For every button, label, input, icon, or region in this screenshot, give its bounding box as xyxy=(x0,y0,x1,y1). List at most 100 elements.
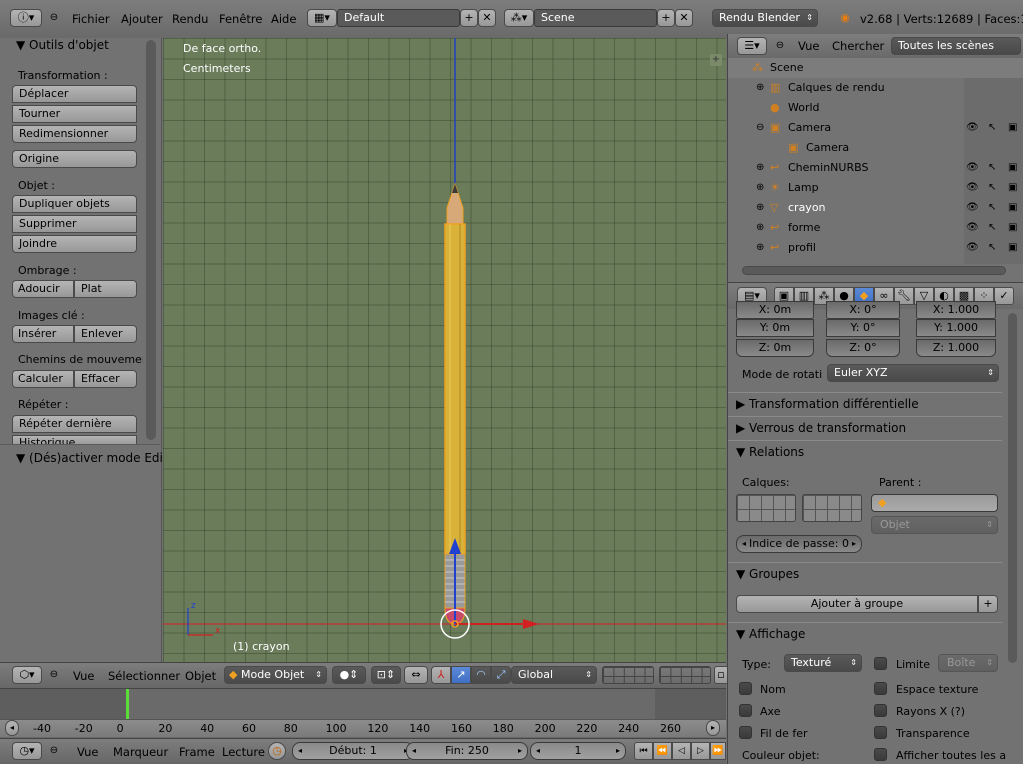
outliner-menu-chercher[interactable]: Chercher xyxy=(832,39,884,53)
name-checkbox[interactable] xyxy=(739,682,752,695)
outliner-item-label[interactable]: Camera xyxy=(788,118,831,138)
render-camera-icon[interactable]: ▣ xyxy=(1008,158,1017,178)
outliner-row[interactable]: ⊕ ↩ CheminNURBS 👁︎ ↖ ▣ xyxy=(728,158,1023,178)
object-layers-grid-1[interactable] xyxy=(736,494,796,522)
bounds-checkbox[interactable] xyxy=(874,657,887,670)
play-reverse-button[interactable]: ◁ xyxy=(672,742,691,760)
pass-index-field[interactable]: ◂ Indice de passe: 0 ▸ xyxy=(736,535,862,553)
eye-icon[interactable]: 👁︎ xyxy=(966,118,979,138)
tool-shelf-title[interactable]: ▼ Outils d'objet xyxy=(16,38,109,52)
menu-fichier[interactable]: Fichier xyxy=(72,12,110,26)
panel-display[interactable]: ▼ Affichage xyxy=(728,622,1002,644)
jump-keyframe-back-button[interactable]: ⏪ xyxy=(653,742,672,760)
display-type-dropdown[interactable]: Texturé ⇕ xyxy=(784,654,862,672)
scale-manipulator-button[interactable]: ⤢ xyxy=(491,666,511,684)
cursor-icon[interactable]: ↖ xyxy=(988,238,996,258)
rotation-y-field[interactable]: Y: 0° xyxy=(826,319,900,337)
tab-physics[interactable]: ✓ xyxy=(994,287,1014,305)
outliner-hscrollbar[interactable] xyxy=(742,266,1006,275)
object-layers-grid-2[interactable] xyxy=(802,494,862,522)
add-scene-button[interactable]: + xyxy=(657,9,675,27)
collapse-menus-icon[interactable]: ⊖ xyxy=(48,667,60,683)
outliner-item-label[interactable]: crayon xyxy=(788,198,826,218)
outliner-item-label[interactable]: Lamp xyxy=(788,178,819,198)
render-camera-icon[interactable]: ▣ xyxy=(1008,198,1017,218)
menu-marqueur[interactable]: Marqueur xyxy=(113,745,168,759)
menu-selectionner[interactable]: Sélectionner xyxy=(108,669,180,683)
timeline[interactable]: -40 -20 0 20 40 60 80 100 120 140 160 180 200 220 240 2… xyxy=(0,688,726,738)
calculate-paths-button[interactable]: Calculer xyxy=(12,370,74,388)
outliner-row[interactable]: ⊕ ↩ profil 👁︎ ↖ ▣ xyxy=(728,238,1023,258)
menu-vue[interactable]: Vue xyxy=(73,669,94,683)
panel-transform-locks[interactable]: ▶ Verrous de transformation xyxy=(728,416,1002,438)
scale-z-field[interactable]: Z: 1.000 xyxy=(916,339,996,357)
join-button[interactable]: Joindre xyxy=(12,235,137,253)
menu-lecture[interactable]: Lecture xyxy=(222,745,265,759)
outliner-item-label[interactable]: Scene xyxy=(770,58,804,78)
remove-screen-button[interactable]: ✕ xyxy=(478,9,496,27)
scene-icon-button[interactable]: ⁂▾ xyxy=(504,9,534,27)
layer-buttons-group-1[interactable] xyxy=(602,666,654,684)
editor-type-button[interactable]: ⓘ▾ xyxy=(10,9,42,27)
flat-button[interactable]: Plat xyxy=(74,280,137,298)
pivot-dropdown[interactable]: ⊡⇕ xyxy=(371,666,401,684)
mode-dropdown[interactable]: ◆ Mode Objet ⇕ xyxy=(224,666,327,684)
menu-ajouter[interactable]: Ajouter xyxy=(121,12,163,26)
menu-aide[interactable]: Aide xyxy=(271,12,296,26)
menu-frame[interactable]: Frame xyxy=(179,745,215,759)
eye-icon[interactable]: 👁︎ xyxy=(966,198,979,218)
menu-fenetre[interactable]: Fenêtre xyxy=(219,12,262,26)
outliner-row[interactable]: ⊖ ▣ Camera 👁︎ ↖ ▣ xyxy=(728,118,1023,138)
menu-objet[interactable]: Objet xyxy=(185,669,216,683)
outliner-display-mode-dropdown[interactable]: Toutes les scènes xyxy=(891,37,1021,55)
rotation-mode-dropdown[interactable]: Euler XYZ ⇕ xyxy=(827,364,999,382)
outliner-row[interactable]: ⊕ ↩ forme 👁︎ ↖ ▣ xyxy=(728,218,1023,238)
draw-all-edges-checkbox[interactable] xyxy=(874,748,887,761)
rotate-manipulator-button[interactable]: ◠ xyxy=(471,666,491,684)
jump-start-button[interactable]: ⏮ xyxy=(634,742,653,760)
collapse-menus-icon[interactable]: ⊖ xyxy=(774,38,786,54)
properties-scrollbar[interactable] xyxy=(1008,313,1017,663)
viewport-editor-type-button[interactable]: ⬡▾ xyxy=(12,666,42,684)
delete-button[interactable]: Supprimer xyxy=(12,215,137,233)
expand-toggle-icon[interactable]: ⊕ xyxy=(756,178,764,198)
collapse-menus-icon[interactable]: ⊖ xyxy=(48,10,60,26)
location-z-field[interactable]: Z: 0m xyxy=(736,339,814,357)
add-to-group-button[interactable]: Ajouter à groupe xyxy=(736,595,978,613)
render-camera-icon[interactable]: ▣ xyxy=(1008,118,1017,138)
timeline-scroll-right[interactable]: ▸ xyxy=(706,720,720,736)
location-x-field[interactable]: X: 0m xyxy=(736,301,814,319)
insert-keyframe-button[interactable]: Insérer xyxy=(12,325,74,343)
scale-button[interactable]: Redimensionner xyxy=(12,125,137,143)
timeline-scroll-left[interactable]: ◂ xyxy=(5,720,19,736)
cursor-icon[interactable]: ↖ xyxy=(988,178,996,198)
texture-space-checkbox[interactable] xyxy=(874,682,887,695)
eye-icon[interactable]: 👁︎ xyxy=(966,238,979,258)
panel-delta-transform[interactable]: ▶ Transformation différentielle xyxy=(728,392,1002,414)
eye-icon[interactable]: 👁︎ xyxy=(966,218,979,238)
scale-y-field[interactable]: Y: 1.000 xyxy=(916,319,996,337)
wire-checkbox[interactable] xyxy=(739,726,752,739)
outliner-row[interactable]: ● World xyxy=(728,98,1023,118)
outliner-item-label[interactable]: profil xyxy=(788,238,816,258)
expand-toggle-icon[interactable]: ⊕ xyxy=(756,78,764,98)
eye-icon[interactable]: 👁︎ xyxy=(966,158,979,178)
expand-toggle-icon[interactable]: ⊕ xyxy=(756,158,764,178)
play-button[interactable]: ▷ xyxy=(691,742,710,760)
rotation-x-field[interactable]: X: 0° xyxy=(826,301,900,319)
3d-viewport[interactable]: De face ortho. Centimeters (1) crayon + xyxy=(163,38,726,662)
bounds-type-dropdown[interactable]: Boîte ⇕ xyxy=(938,654,998,672)
repeat-last-button[interactable]: Répéter dernière xyxy=(12,415,137,433)
tool-shelf-scrollbar[interactable] xyxy=(146,40,156,440)
add-screen-button[interactable]: + xyxy=(460,9,478,27)
move-button[interactable]: Déplacer xyxy=(12,85,137,103)
menu-timeline-vue[interactable]: Vue xyxy=(77,745,98,759)
remove-scene-button[interactable]: ✕ xyxy=(675,9,693,27)
outliner-item-label[interactable]: Camera xyxy=(806,138,849,158)
screen-layout-field[interactable]: Default xyxy=(337,9,460,27)
cursor-icon[interactable]: ↖ xyxy=(988,198,996,218)
layer-buttons-group-2[interactable] xyxy=(659,666,711,684)
current-frame-line[interactable] xyxy=(126,689,129,719)
lock-camera-button[interactable]: ▫ xyxy=(714,666,728,684)
render-camera-icon[interactable]: ▣ xyxy=(1008,178,1017,198)
